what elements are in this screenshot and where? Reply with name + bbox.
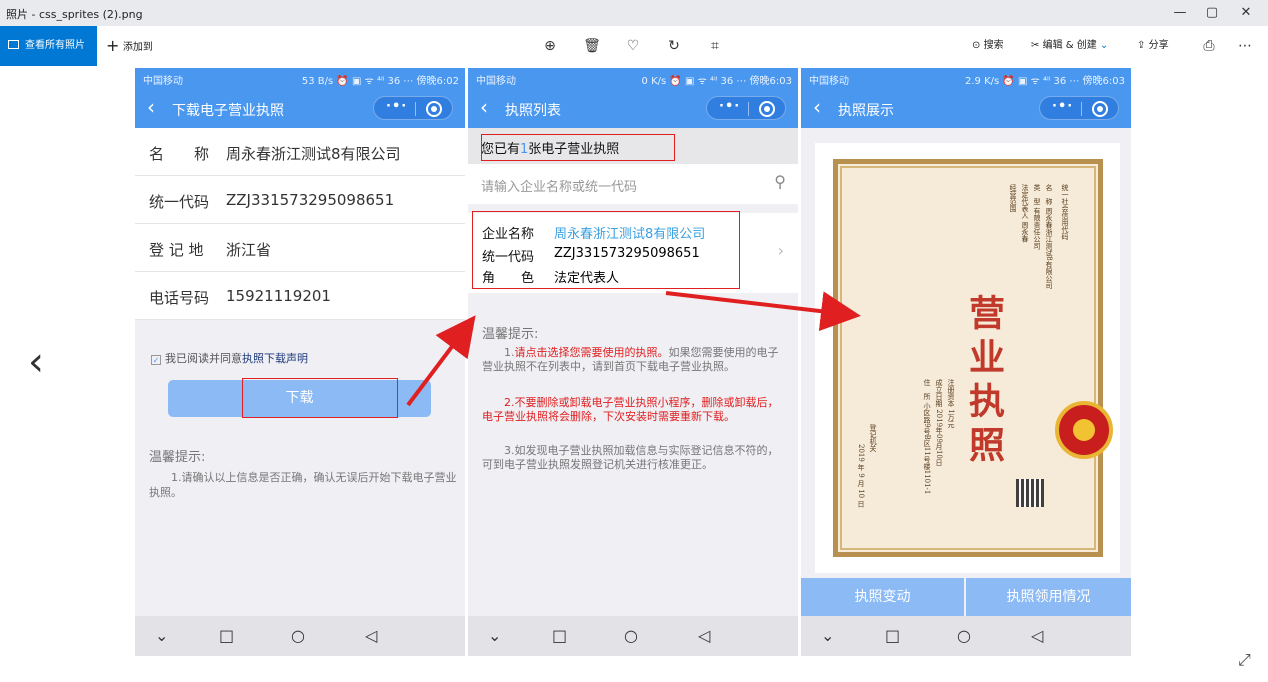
minimize-button[interactable]: — <box>1170 3 1190 23</box>
rotate-icon[interactable]: ↻ <box>664 36 684 56</box>
action-buttons: 执照变动 执照领用情况 <box>801 578 1131 616</box>
highlight-box <box>242 378 398 418</box>
back-nav-icon[interactable]: ◁ <box>1031 626 1043 645</box>
back-icon[interactable]: ‹ <box>480 96 488 118</box>
back-nav-icon[interactable]: ◁ <box>365 626 377 645</box>
back-icon[interactable]: ‹ <box>813 96 821 118</box>
close-target-icon[interactable] <box>759 101 775 117</box>
cert-title: 营业执照 <box>963 294 1005 470</box>
photos-icon <box>8 40 19 49</box>
search-icon[interactable]: ⚲ <box>774 172 786 191</box>
page-header: ‹ 执照列表 ·•· <box>468 88 798 128</box>
tip-item: 2.不要删除或卸载电子营业执照小程序，删除或卸载后，电子营业执照将会删除，下次安… <box>482 396 779 423</box>
checkbox-icon[interactable]: ✓ <box>151 355 161 365</box>
nav-down-icon[interactable]: ⌄ <box>155 626 168 645</box>
close-target-icon[interactable] <box>426 101 442 117</box>
miniprogram-capsule[interactable]: ·•· <box>373 96 453 120</box>
search-input[interactable]: 请输入企业名称或统一代码 ⚲ <box>468 164 798 204</box>
recent-apps-icon[interactable]: □ <box>219 626 234 645</box>
plus-icon: + <box>106 36 120 55</box>
tip-item: 3.如发现电子营业执照加载信息与实际登记信息不符的，可到电子营业执照发照登记机关… <box>482 444 779 471</box>
agreement-link[interactable]: 执照下载声明 <box>242 352 308 365</box>
share-button[interactable]: ⇪ 分享 <box>1137 26 1169 66</box>
more-icon[interactable]: ·•· <box>719 99 740 114</box>
page-header: ‹ 执照展示 ·•· <box>801 88 1131 128</box>
more-icon[interactable]: ⋯ <box>1235 36 1255 56</box>
phone-screenshot-license-list: 中国移动 0 K/s ⏰ ▣ ᯤ ⁴ˡˡ 36 ⋯ 傍晚6:03 ‹ 执照列表 … <box>468 68 798 656</box>
maximize-button[interactable]: ▢ <box>1202 3 1222 23</box>
list-item: 电话号码 15921119201 <box>135 272 465 320</box>
national-emblem-icon <box>1055 401 1113 459</box>
nav-down-icon[interactable]: ⌄ <box>488 626 501 645</box>
view-all-photos-button[interactable]: 查看所有照片 <box>0 26 97 66</box>
android-nav-bar: ⌄ □ ○ ◁ <box>801 616 1131 656</box>
license-change-button[interactable]: 执照变动 <box>801 578 964 616</box>
tip-body: 1.请确认以上信息是否正确，确认无误后开始下载电子营业执照。 <box>149 471 457 499</box>
status-bar: 中国移动 53 B/s ⏰ ▣ ᯤ ⁴ˡˡ 36 ⋯ 傍晚6:02 <box>135 68 465 88</box>
photos-toolbar: 查看所有照片 + 添加到 ⊕ 🗑 ♡ ↻ ⌗ ⊙ 搜索 ✂ 编辑 & 创建 ⌄ … <box>0 26 1268 66</box>
agreement-checkbox[interactable]: ✓ 我已阅读并同意执照下载声明 <box>151 350 308 366</box>
favorite-icon[interactable]: ♡ <box>623 36 643 56</box>
share-icon: ⇪ <box>1137 40 1146 51</box>
title-bar: 照片 - css_sprites (2).png — ▢ ✕ <box>0 0 1268 26</box>
back-icon[interactable]: ‹ <box>147 96 155 118</box>
highlight-box <box>481 134 675 161</box>
previous-photo-icon[interactable]: ‹ <box>28 342 44 382</box>
miniprogram-capsule[interactable]: ·•· <box>1039 96 1119 120</box>
home-icon[interactable]: ○ <box>291 626 305 645</box>
close-target-icon[interactable] <box>1092 101 1108 117</box>
info-list: 名 称周永春浙江测试8有限公司 统一代码 ZZJ331573295098651 登… <box>135 128 465 320</box>
phone-screenshot-download: 中国移动 53 B/s ⏰ ▣ ᯤ ⁴ˡˡ 36 ⋯ 傍晚6:02 ‹ 下载电子… <box>135 68 465 656</box>
list-item: 登 记 地浙江省 <box>135 224 465 272</box>
license-image: 营业执照 统一社会信用代码 名 称 周永春浙江测试8有限公司 类 型 有限责任公… <box>815 143 1120 573</box>
print-icon[interactable]: ⎙ <box>1199 36 1219 56</box>
edit-create-button[interactable]: ✂ 编辑 & 创建 ⌄ <box>1031 26 1108 66</box>
page-title: 执照展示 <box>838 103 894 119</box>
page-title: 下载电子营业执照 <box>172 103 284 119</box>
fullscreen-icon[interactable]: ⤢ <box>1238 650 1251 670</box>
android-nav-bar: ⌄ □ ○ ◁ <box>468 616 798 656</box>
add-to-button[interactable]: + 添加到 <box>106 26 153 66</box>
recent-apps-icon[interactable]: □ <box>885 626 900 645</box>
page-title: 执照列表 <box>505 103 561 119</box>
list-item: 名 称周永春浙江测试8有限公司 <box>135 128 465 176</box>
crop-icon[interactable]: ⌗ <box>705 36 725 56</box>
phone-screenshot-license-display: 中国移动 2.9 K/s ⏰ ▣ ᯤ ⁴ˡˡ 36 ⋯ 傍晚6:03 ‹ 执照展… <box>801 68 1131 656</box>
home-icon[interactable]: ○ <box>624 626 638 645</box>
more-icon[interactable]: ·•· <box>1052 99 1073 114</box>
delete-icon[interactable]: 🗑 <box>582 36 602 56</box>
license-usage-button[interactable]: 执照领用情况 <box>966 578 1131 616</box>
window-title: 照片 - css_sprites (2).png <box>6 8 143 21</box>
status-bar: 中国移动 2.9 K/s ⏰ ▣ ᯤ ⁴ˡˡ 36 ⋯ 傍晚6:03 <box>801 68 1131 88</box>
miniprogram-capsule[interactable]: ·•· <box>706 96 786 120</box>
nav-down-icon[interactable]: ⌄ <box>821 626 834 645</box>
home-icon[interactable]: ○ <box>957 626 971 645</box>
page-header: ‹ 下载电子营业执照 ·•· <box>135 88 465 128</box>
search-icon: ⊙ <box>972 40 981 51</box>
tip-title: 温馨提示: <box>149 450 206 465</box>
more-icon[interactable]: ·•· <box>386 99 407 114</box>
zoom-icon[interactable]: ⊕ <box>540 36 560 56</box>
search-button[interactable]: ⊙ 搜索 <box>972 26 1004 66</box>
tip-item: 1.请点击选择您需要使用的执照。如果您需要使用的电子营业执照不在列表中，请到首页… <box>482 346 779 373</box>
chevron-right-icon: › <box>777 241 784 260</box>
close-button[interactable]: ✕ <box>1236 3 1256 23</box>
android-nav-bar: ⌄ □ ○ ◁ <box>135 616 465 656</box>
qr-code <box>1016 479 1044 507</box>
edit-icon: ✂ <box>1031 40 1040 51</box>
tip-title: 温馨提示: <box>482 327 539 342</box>
recent-apps-icon[interactable]: □ <box>552 626 567 645</box>
back-nav-icon[interactable]: ◁ <box>698 626 710 645</box>
highlight-box <box>472 211 740 289</box>
license-certificate: 营业执照 统一社会信用代码 名 称 周永春浙江测试8有限公司 类 型 有限责任公… <box>833 159 1103 557</box>
chevron-down-icon: ⌄ <box>1099 40 1109 51</box>
status-bar: 中国移动 0 K/s ⏰ ▣ ᯤ ⁴ˡˡ 36 ⋯ 傍晚6:03 <box>468 68 798 88</box>
list-item: 统一代码 ZZJ331573295098651 <box>135 176 465 224</box>
